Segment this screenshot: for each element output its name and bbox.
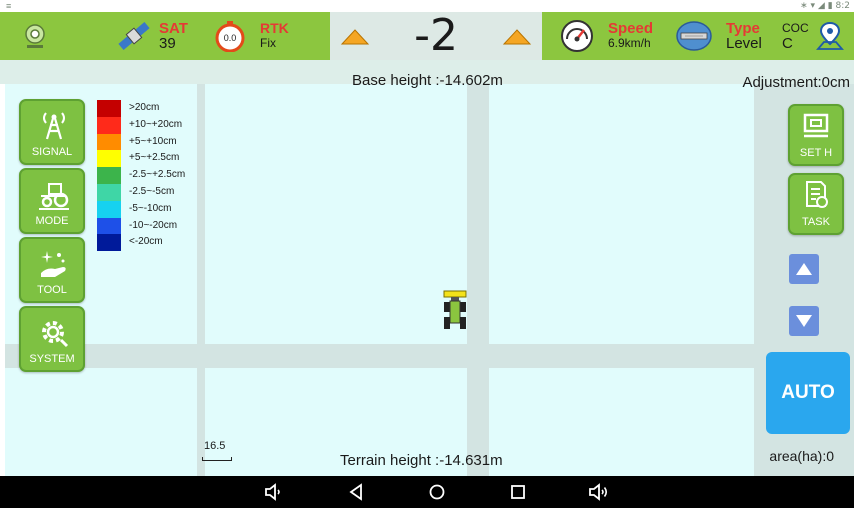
back-icon[interactable] bbox=[344, 480, 368, 504]
sat-group: SAT 39 bbox=[113, 12, 188, 60]
triangle-down-icon bbox=[796, 315, 812, 327]
base-height: Base height :-14.602m bbox=[352, 72, 503, 89]
scale-label: 16.5 bbox=[204, 440, 226, 452]
coc-value: C bbox=[782, 35, 793, 52]
set-h-button[interactable]: SET H bbox=[788, 104, 844, 166]
deviation-panel: -2 bbox=[330, 12, 542, 60]
rtk-group: 0.0 RTK Fix bbox=[214, 12, 289, 60]
signal-button[interactable]: SIGNAL bbox=[19, 99, 85, 165]
recent-apps-icon[interactable] bbox=[506, 480, 530, 504]
volume-down-icon[interactable] bbox=[262, 480, 286, 504]
camera-button[interactable] bbox=[22, 12, 48, 60]
type-group: Type Level bbox=[676, 12, 762, 60]
type-value: Level bbox=[726, 35, 762, 52]
set-h-label: SET H bbox=[799, 147, 833, 159]
gear-icon bbox=[42, 321, 69, 348]
up-arrow-button[interactable] bbox=[789, 254, 819, 284]
map-cell bbox=[205, 84, 467, 344]
signal-label: SIGNAL bbox=[31, 146, 73, 158]
signal-icon: ◢ bbox=[817, 1, 825, 11]
speed-group: Speed 6.9km/h bbox=[560, 12, 653, 60]
wifi-icon: ▾ bbox=[810, 1, 816, 11]
webcam-icon bbox=[25, 24, 45, 48]
task-label: TASK bbox=[802, 216, 830, 228]
down-arrow-button[interactable] bbox=[789, 306, 819, 336]
rtk-label: RTK bbox=[260, 20, 289, 36]
speed-label: Speed bbox=[608, 20, 654, 37]
triangle-up-icon bbox=[796, 263, 812, 275]
speed-value: 6.9km/h bbox=[608, 36, 651, 50]
sat-label: SAT bbox=[159, 20, 188, 37]
task-button[interactable]: TASK bbox=[788, 173, 844, 235]
speedometer-icon bbox=[561, 20, 593, 52]
map-cell bbox=[5, 368, 197, 476]
status-icons: ∗ ▾ ◢ ▮ 8:2 bbox=[800, 0, 850, 12]
tractor-mode-icon bbox=[39, 183, 69, 210]
sat-value: 39 bbox=[159, 35, 176, 52]
area: area(ha):0 bbox=[769, 448, 834, 464]
type-label: Type bbox=[726, 20, 760, 37]
volume-up-icon[interactable] bbox=[587, 480, 611, 504]
map-cell bbox=[489, 368, 754, 476]
mode-button[interactable]: MODE bbox=[19, 168, 85, 234]
auto-button[interactable]: AUTO bbox=[766, 352, 850, 434]
signal-tower-icon bbox=[43, 112, 65, 140]
home-icon[interactable] bbox=[425, 480, 449, 504]
monitor-icon bbox=[803, 113, 829, 138]
stopwatch-icon: 0.0 bbox=[214, 20, 246, 52]
rtk-icon-value: 0.0 bbox=[223, 33, 237, 43]
tractor-icon bbox=[443, 290, 467, 329]
terrain-height: Terrain height :-14.631m bbox=[340, 452, 503, 469]
map-cell bbox=[489, 84, 754, 344]
bluetooth-icon: ∗ bbox=[800, 1, 808, 11]
clock-text: 8:2 bbox=[835, 1, 850, 11]
coc-label: COC bbox=[782, 21, 809, 35]
system-label: SYSTEM bbox=[29, 353, 75, 365]
leveler-blade-icon bbox=[676, 21, 712, 51]
auto-label: AUTO bbox=[781, 382, 835, 403]
notification-icon: ≡ bbox=[6, 1, 12, 11]
scale-bar bbox=[202, 457, 232, 461]
rtk-value: Fix bbox=[260, 36, 276, 50]
task-document-gear-icon bbox=[806, 181, 828, 208]
battery-icon: ▮ bbox=[827, 1, 833, 11]
tool-button[interactable]: TOOL bbox=[19, 237, 85, 303]
map-pin-icon[interactable] bbox=[815, 20, 845, 52]
up-indicator-right-icon bbox=[502, 29, 532, 45]
satellite-icon bbox=[118, 22, 150, 50]
adjustment: Adjustment:0cm bbox=[742, 74, 850, 91]
system-button[interactable]: SYSTEM bbox=[19, 306, 85, 372]
coc-group: COC C bbox=[782, 12, 845, 60]
navigation-bar bbox=[0, 476, 854, 508]
hand-sparkle-icon bbox=[41, 251, 66, 277]
tool-label: TOOL bbox=[37, 284, 67, 296]
mode-label: MODE bbox=[35, 215, 69, 227]
